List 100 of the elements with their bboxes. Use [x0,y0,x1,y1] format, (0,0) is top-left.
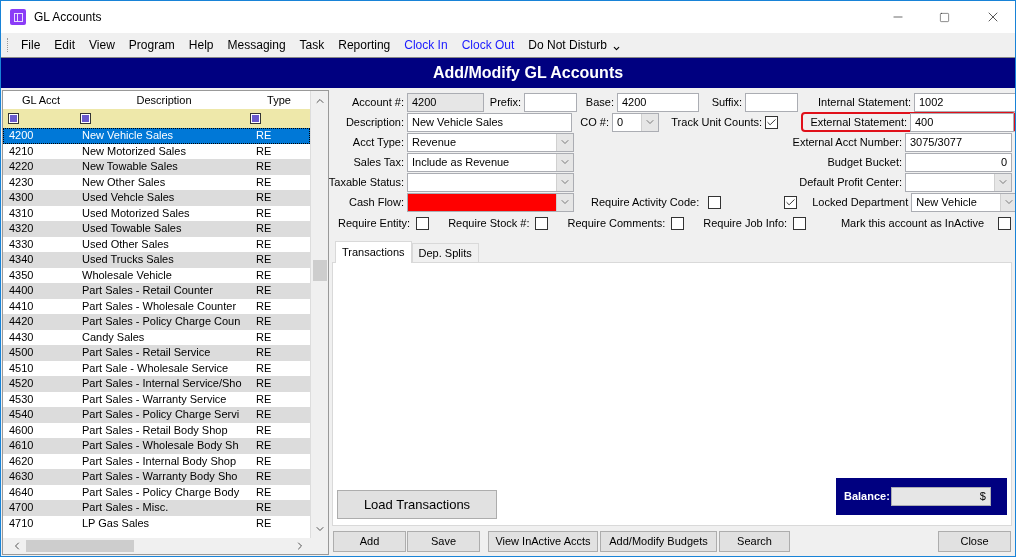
field-label: Budget Bucket: [827,154,902,170]
close-button[interactable]: Close [938,530,1011,552]
tab[interactable]: Transactions [335,241,412,263]
table-cell-text: RE [255,267,272,283]
dropdown-field[interactable]: Revenue [407,132,574,152]
table-row[interactable]: 4200 New Vehicle Sales RE [3,128,310,144]
filter-icon[interactable] [80,113,91,124]
table-cell-text: RE [255,329,272,345]
text-field[interactable]: 1002 [914,92,1015,112]
checkbox[interactable] [416,216,430,230]
field-label: Base: [584,94,614,110]
table-cell-text: 4310 [8,205,35,221]
dropdown-field[interactable] [905,172,1012,192]
toolbar-button[interactable]: View InActive Accts [488,530,598,552]
table-row[interactable]: 4540 Part Sales - Policy Charge Servi RE [3,407,310,423]
field-label: Require Stock #: [448,215,530,231]
table-row[interactable]: 4220 New Towable Sales RE [3,159,310,175]
table-cell-text: Part Sales - Policy Charge Servi [81,407,241,423]
checkbox[interactable] [998,216,1011,230]
table-row[interactable]: 4500 Part Sales - Retail Service RE [3,345,310,361]
menu-item[interactable]: Help [181,36,221,54]
menu-item[interactable]: Task [292,36,332,54]
table-row[interactable]: 4610 Part Sales - Wholesale Body Sh RE [3,438,310,454]
checkbox[interactable] [535,216,549,230]
table-cell-text: RE [255,190,272,206]
column-header[interactable]: Description [79,91,249,109]
table-cell-text: New Vehicle Sales [81,128,175,144]
table-cell-text: RE [255,360,272,376]
dropdown-field[interactable] [407,192,574,212]
vertical-scrollbar[interactable] [310,91,328,538]
filter-icon[interactable] [8,113,19,124]
maximize-icon[interactable] [939,11,950,23]
menu-item[interactable]: Reporting [331,36,398,54]
table-cell-text: 4220 [8,159,35,175]
menu-item[interactable]: Do Not Disturb [521,36,629,54]
table-cell-text: RE [255,453,272,469]
menu-item[interactable]: Edit [47,36,83,54]
text-field[interactable]: 3075/3077 [905,132,1012,152]
table-row[interactable]: 4340 Used Trucks Sales RE [3,252,310,268]
table-cell-text: Part Sales - Warranty Service [81,391,228,407]
scroll-thumb[interactable] [26,540,134,552]
text-field[interactable]: New Vehicle Sales [407,112,572,132]
checkbox[interactable] [708,195,722,209]
table-row[interactable]: 4300 Used Vehcle Sales RE [3,190,310,206]
table-row[interactable]: 4420 Part Sales - Policy Charge Coun RE [3,314,310,330]
horizontal-scrollbar[interactable] [3,538,328,554]
table-row[interactable]: 4320 Used Towable Sales RE [3,221,310,237]
table-row[interactable]: 4630 Part Sales - Warranty Body Sho RE [3,469,310,485]
menu-item[interactable]: Clock Out [454,36,522,54]
text-field[interactable]: 0 [905,152,1012,172]
table-cell-text: 4420 [8,314,35,330]
text-field[interactable]: 400 [910,112,1014,132]
toolbar-button[interactable]: Add [333,530,406,552]
table-cell-text: Used Other Sales [81,236,170,252]
field-label: Sales Tax: [352,154,404,170]
table-row[interactable]: 4700 Part Sales - Misc. RE [3,500,310,516]
table-cell-text: 4700 [8,500,35,516]
toolbar-button[interactable]: Search [719,530,790,552]
field-label: Prefix: [488,94,521,110]
text-field[interactable] [745,92,798,112]
checkbox[interactable] [671,216,685,230]
checkbox[interactable] [765,115,778,129]
menu-item[interactable]: Messaging [220,36,293,54]
tab[interactable]: Dep. Splits [411,243,479,262]
table-cell-text: New Other Sales [81,174,167,190]
filter-icon[interactable] [250,113,261,124]
column-header[interactable]: GL Acct [3,91,79,109]
toolbar-button[interactable]: Save [407,530,480,552]
text-field[interactable] [524,92,577,112]
table-row[interactable]: 4400 Part Sales - Retail Counter RE [3,283,310,299]
field-label: Description: [344,114,404,130]
menu-item[interactable]: File [14,36,48,54]
text-field[interactable]: 4200 [617,92,699,112]
table-row[interactable]: 4520 Part Sales - Internal Service/Sho RE [3,376,310,392]
dropdown-field[interactable] [407,172,574,192]
field-label: Acct Type: [351,134,404,150]
field-label: Account #: [351,94,404,110]
dropdown-field[interactable]: New Vehicle [911,192,1015,212]
table-cell-text: Used Towable Sales [81,221,183,237]
checkbox[interactable] [793,216,807,230]
dropdown-field[interactable]: Include as Revenue [407,152,574,172]
field-label: Require Entity: [338,215,411,231]
menu-item[interactable]: Clock In [397,36,455,54]
field-label: Mark this account as InActive [840,215,984,231]
scroll-thumb[interactable] [312,260,327,281]
table-cell-text: Part Sale - Wholesale Service [81,360,230,376]
text-field[interactable]: $ [890,487,991,506]
dropdown-field[interactable]: 0 [612,112,659,132]
table-cell-text: 4540 [8,407,35,423]
table-cell-text: RE [255,128,272,144]
toolbar-button[interactable]: Add/Modify Budgets [600,530,717,552]
table-cell-text: LP Gas Sales [81,515,151,531]
load-transactions-button[interactable]: Load Transactions [337,490,497,519]
column-header[interactable]: Type [249,91,309,109]
field-label: Default Profit Center: [799,174,902,190]
menu-item[interactable]: Program [121,36,182,54]
table-cell-text: 4200 [8,128,35,144]
checkbox[interactable] [784,195,798,209]
menu-item[interactable]: View [82,36,122,54]
table-cell-text: Part Sales - Retail Service [81,345,212,361]
